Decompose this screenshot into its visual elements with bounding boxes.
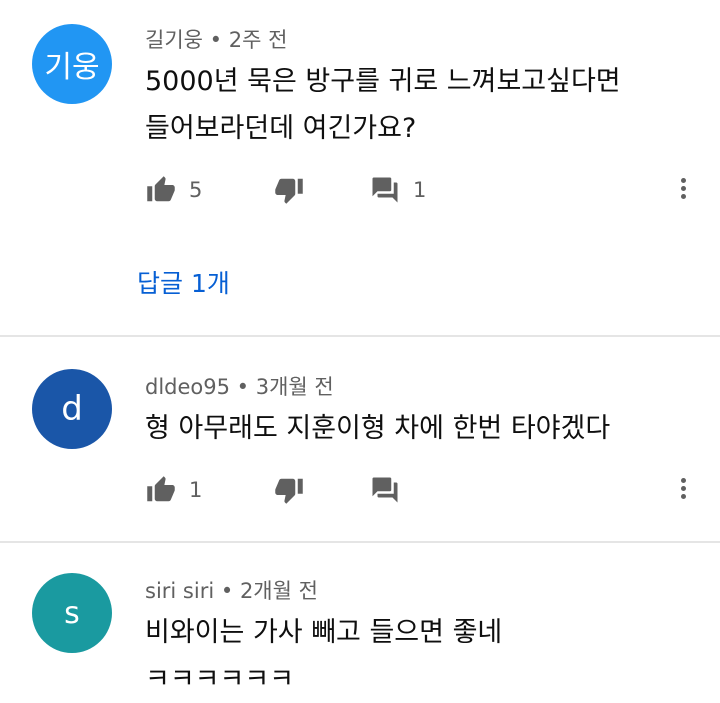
avatar-initials: s [64, 595, 80, 631]
avatar[interactable]: 기웅 [32, 24, 112, 104]
comment-time[interactable]: 3개월 전 [256, 375, 334, 399]
comment-text: 비와이는 가사 빼고 들으면 좋네 ㅋㅋㅋㅋㅋㅋ [145, 609, 502, 703]
more-dot [680, 178, 686, 183]
comment-2: d dldeo95 • 3개월 전 형 아무래도 지훈이형 차에 한번 타야겠다… [0, 337, 720, 541]
more-dot [680, 486, 686, 491]
more-vert-icon[interactable] [677, 175, 689, 205]
thumb-up-icon[interactable] [145, 475, 177, 505]
view-replies-link[interactable]: 답글 1개 [137, 264, 230, 300]
meta-separator: • [220, 579, 234, 603]
thumb-down-icon[interactable] [273, 475, 305, 505]
avatar[interactable]: d [32, 369, 112, 449]
author-name[interactable]: siri siri [145, 579, 214, 603]
thumb-down-icon[interactable] [273, 175, 305, 205]
comment-actions: 1 [145, 475, 705, 505]
comment-1: 기웅 길기웅 • 2주 전 5000년 묵은 방구를 귀로 느껴보고싶다면 들어… [0, 0, 720, 335]
more-vert-icon[interactable] [677, 475, 689, 505]
comment-3: s siri siri • 2개월 전 비와이는 가사 빼고 들으면 좋네 ㅋㅋ… [0, 543, 720, 701]
thumb-up-icon[interactable] [145, 175, 177, 205]
author-name[interactable]: dldeo95 [145, 375, 230, 399]
comment-line: 5000년 묵은 방구를 귀로 느껴보고싶다면 [145, 66, 621, 97]
comment-icon[interactable] [369, 475, 401, 505]
comment-icon[interactable] [369, 175, 401, 205]
comment-text: 5000년 묵은 방구를 귀로 느껴보고싶다면 들어보라던데 여긴가요? [145, 58, 621, 152]
more-dot [680, 186, 686, 191]
reply-count: 1 [413, 178, 427, 202]
like-count: 5 [189, 178, 203, 202]
comment-meta: dldeo95 • 3개월 전 [145, 371, 334, 401]
more-dot [680, 478, 686, 483]
avatar-initials: d [61, 389, 83, 429]
more-dot [680, 494, 686, 499]
comment-line: 들어보라던데 여긴가요? [145, 113, 417, 144]
comment-line: 비와이는 가사 빼고 들으면 좋네 [145, 617, 503, 648]
comment-time[interactable]: 2개월 전 [240, 579, 318, 603]
author-name[interactable]: 길기웅 [145, 28, 203, 52]
avatar-initials: 기웅 [44, 50, 100, 85]
comment-time[interactable]: 2주 전 [229, 28, 288, 52]
comment-line: ㅋㅋㅋㅋㅋㅋ [145, 664, 295, 695]
more-dot [680, 194, 686, 199]
comment-line: 형 아무래도 지훈이형 차에 한번 타야겠다 [145, 413, 611, 444]
like-count: 1 [189, 478, 203, 502]
comment-meta: 길기웅 • 2주 전 [145, 24, 287, 54]
comment-text: 형 아무래도 지훈이형 차에 한번 타야겠다 [145, 405, 610, 452]
comment-actions: 5 1 [145, 175, 705, 205]
avatar[interactable]: s [32, 573, 112, 653]
comment-meta: siri siri • 2개월 전 [145, 575, 318, 605]
meta-separator: • [236, 375, 250, 399]
meta-separator: • [209, 28, 223, 52]
